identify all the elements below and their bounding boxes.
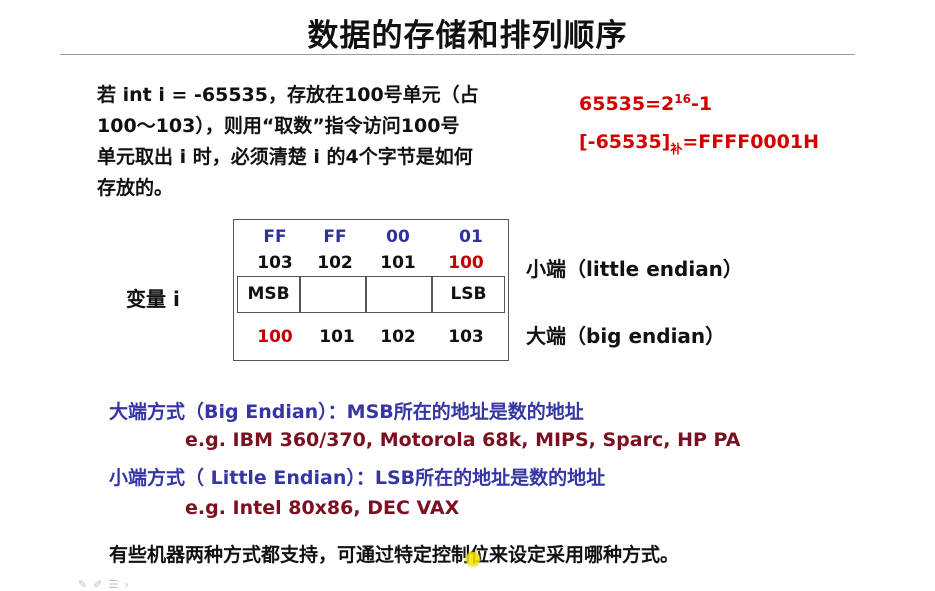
hex-byte-3: 00 — [386, 227, 410, 247]
formula-1-tail: -1 — [690, 93, 713, 115]
formula-1-base: 65535=2 — [579, 93, 675, 115]
byte-box-2 — [300, 276, 366, 313]
formula-2-tail: =FFFF0001H — [682, 131, 819, 153]
pen-icon[interactable]: ✎ — [78, 578, 93, 591]
formula-2-bracket: [-65535] — [579, 131, 671, 153]
formula-2-subscript: 补 — [670, 142, 683, 156]
edit-icon[interactable]: ✐ — [93, 578, 108, 591]
intro-paragraph: 若 int i = -65535，存放在100号单元（占 100～103），则用… — [97, 80, 547, 204]
big-endian-address-3: 102 — [380, 327, 416, 347]
formula-twos-complement: [-65535]补=FFFF0001H — [579, 131, 819, 157]
intro-line-3: 单元取出 i 时，必须清楚 i 的4个字节是如何 — [97, 146, 473, 168]
intro-line-2: 100～103），则用“取数”指令访问100号 — [97, 115, 460, 137]
intro-line-4: 存放的。 — [97, 177, 174, 199]
big-endian-description: 大端方式（Big Endian）：MSB所在的地址是数的地址 — [109, 401, 584, 423]
page-title: 数据的存储和排列顺序 — [307, 18, 628, 54]
byte-box-lsb: LSB — [432, 276, 505, 313]
little-endian-examples: e.g. Intel 80x86, DEC VAX — [185, 497, 460, 519]
little-endian-description: 小端方式（ Little Endian）：LSB所在的地址是数的地址 — [109, 467, 606, 489]
intro-line-1: 若 int i = -65535，存放在100号单元（占 — [97, 84, 479, 106]
bottom-note: 有些机器两种方式都支持，可通过特定控制位来设定采用哪种方式。 — [109, 544, 680, 566]
variable-label: 变量 i — [126, 287, 180, 311]
little-endian-address-2: 102 — [317, 253, 353, 273]
slide-toolbar[interactable]: ✎✐☰› — [78, 578, 135, 591]
little-endian-address-1: 103 — [257, 253, 293, 273]
little-endian-address-3: 101 — [380, 253, 416, 273]
title-divider — [60, 54, 855, 55]
byte-box-3 — [366, 276, 432, 313]
hex-byte-2: FF — [323, 227, 347, 247]
little-endian-label: 小端（little endian） — [526, 257, 743, 281]
byte-box-msb: MSB — [237, 276, 300, 313]
big-endian-address-1: 100 — [257, 327, 293, 347]
menu-icon[interactable]: ☰ — [108, 578, 124, 591]
pointer-highlight — [466, 552, 480, 566]
formula-power-of-two: 65535=216-1 — [579, 92, 712, 115]
big-endian-address-2: 101 — [319, 327, 355, 347]
big-endian-label: 大端（big endian） — [526, 324, 726, 348]
big-endian-examples: e.g. IBM 360/370, Motorola 68k, MIPS, Sp… — [185, 429, 741, 451]
nav-arrow-icon[interactable]: › — [124, 578, 134, 591]
formula-1-exponent: 16 — [674, 92, 691, 106]
big-endian-address-4: 103 — [448, 327, 484, 347]
hex-byte-1: FF — [263, 227, 287, 247]
little-endian-address-4: 100 — [448, 253, 484, 273]
hex-byte-4: 01 — [459, 227, 483, 247]
